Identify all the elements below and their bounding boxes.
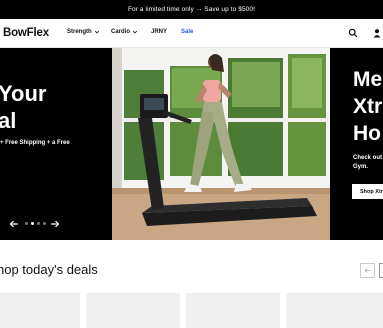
hero-headline-line: al [0,108,17,133]
carousel-dot[interactable] [43,222,46,225]
nav-item-label: Cardio [111,29,131,35]
deal-card[interactable] [186,293,280,328]
carousel-pagination [25,222,46,225]
brand-logo[interactable]: BowFlex [3,27,49,39]
deal-card[interactable] [0,293,80,328]
hero-image-treadmill-runner [112,48,330,240]
hero-headline-line: Xtr [353,95,383,118]
promo-banner[interactable]: For a limited time only → Save up to $50… [0,0,383,19]
nav-item-jrny[interactable]: JRNY [151,29,167,35]
hero-carousel[interactable]: Your al + Free Shipping + a Free Me Xtr … [0,48,383,240]
hero-photo [112,48,330,240]
hero-headline-line: Your [0,81,47,106]
hero-shop-button[interactable]: Shop Xtr [352,184,383,199]
account-icon[interactable] [372,28,382,38]
hero-subtext-left: + Free Shipping + a Free [0,140,70,146]
carousel-dot[interactable] [37,222,40,225]
hero-subtext-line: Check out [353,155,383,161]
nav-item-label: JRNY [151,29,168,35]
chevron-down-icon [94,30,99,34]
hero-subtext-line: Gym. [353,164,369,170]
promo-text[interactable]: For a limited time only → Save up to $50… [128,6,255,13]
arrow-left-icon [364,268,371,273]
hero-headline-line: Ho [353,122,381,145]
deal-card[interactable] [286,293,383,328]
chevron-down-icon [132,30,138,34]
hero-headline-line: Me [353,68,383,91]
nav-item-label: Sale [181,29,194,35]
carousel-dot-active[interactable] [31,222,34,225]
carousel-next-arrow-icon[interactable] [50,219,60,229]
main-navigation: BowFlex Strength Cardio JRNY Sale [0,19,383,48]
hero-headline-left: Your al [0,80,46,134]
search-icon[interactable] [348,28,358,38]
nav-item-strength[interactable]: Strength [67,29,100,35]
nav-item-cardio[interactable]: Cardio [111,29,138,35]
deals-section-title: hop today's deals [0,262,98,277]
deal-card[interactable] [86,293,180,328]
deals-prev-button[interactable] [360,263,375,278]
nav-item-label: Strength [67,29,92,35]
deals-next-button[interactable] [379,263,383,278]
nav-item-sale[interactable]: Sale [181,29,193,35]
carousel-prev-arrow-icon[interactable] [9,219,19,229]
hero-headline-right: Me Xtr Ho [353,66,382,147]
hero-subtext-right: Check out Gym. [353,154,382,172]
carousel-dot[interactable] [25,222,28,225]
